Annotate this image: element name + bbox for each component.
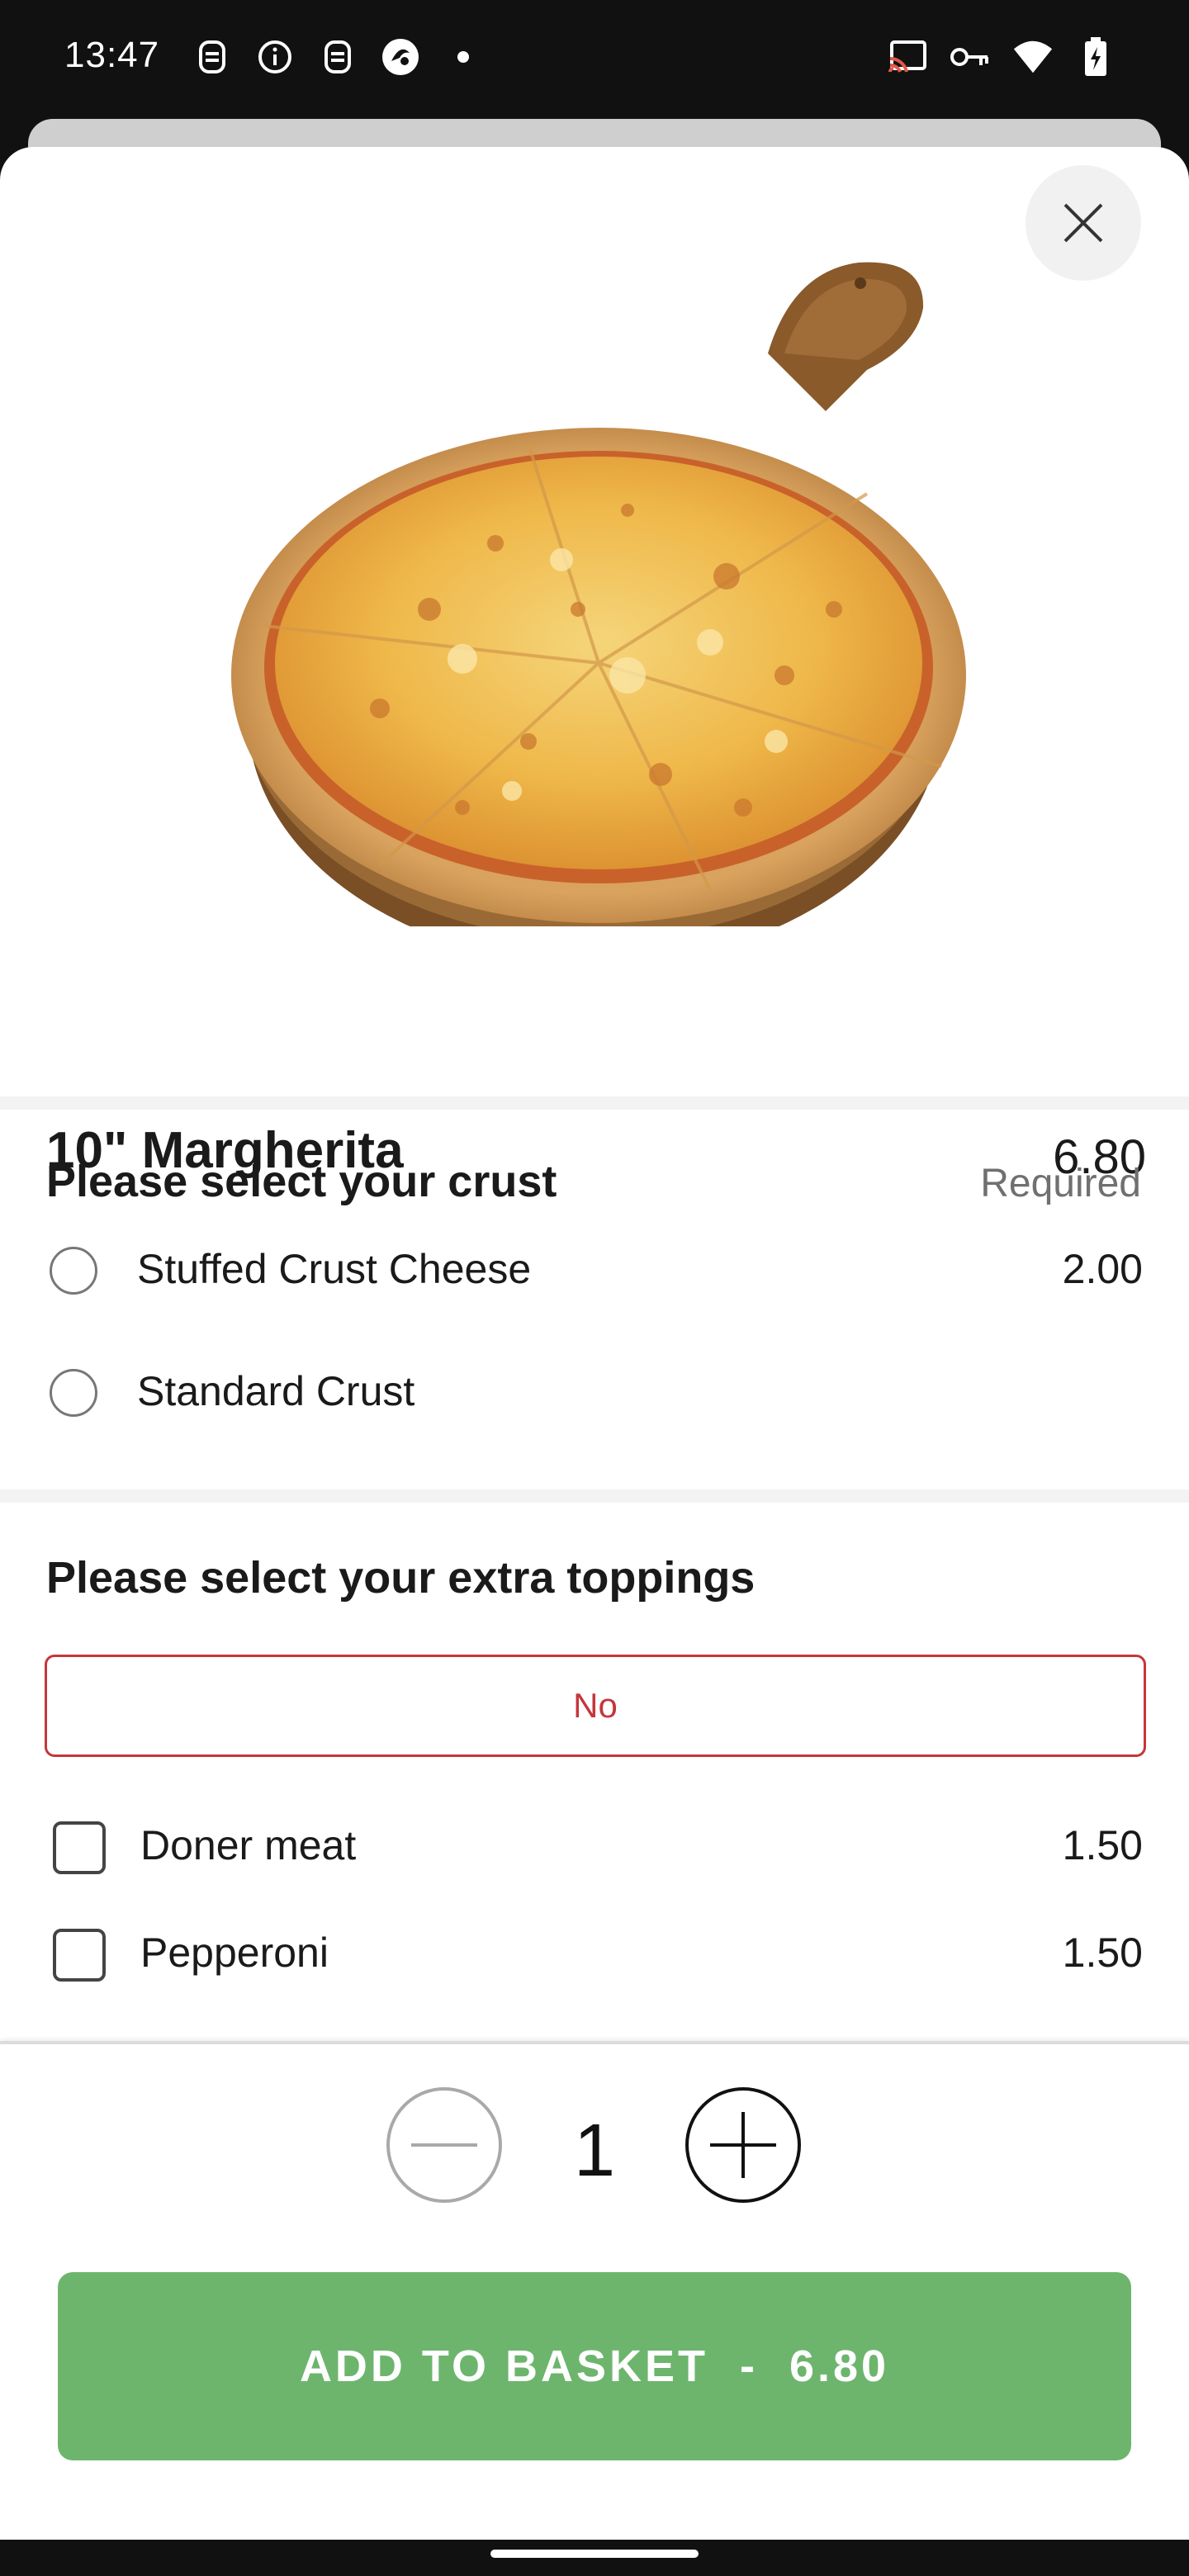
notification-icon [317, 36, 358, 78]
vpn-key-icon [950, 36, 991, 78]
navigation-bar [0, 2540, 1189, 2576]
option-price: 1.50 [1062, 1930, 1143, 1976]
wifi-icon [1012, 36, 1054, 78]
increase-quantity-button[interactable] [685, 2087, 801, 2203]
no-toppings-button[interactable]: No [45, 1655, 1146, 1757]
radio-button[interactable] [50, 1369, 97, 1417]
checkbox[interactable] [53, 1929, 106, 1982]
status-icons-right [887, 36, 1116, 78]
option-price: 2.00 [1062, 1246, 1143, 1292]
order-panel: 1 ADD TO BASKET - 6.80 [0, 2041, 1189, 2543]
decrease-quantity-button[interactable] [386, 2087, 502, 2203]
option-label: Doner meat [140, 1822, 357, 1868]
info-icon [254, 36, 296, 78]
option-label: Pepperoni [140, 1930, 329, 1976]
status-bar: 13:47 [0, 0, 1189, 119]
close-button[interactable] [1026, 165, 1141, 281]
add-to-basket-button[interactable]: ADD TO BASKET - 6.80 [58, 2272, 1131, 2460]
crust-option-standard[interactable]: Standard Crust [0, 1344, 1189, 1443]
notification-icon [192, 36, 233, 78]
dot-icon [443, 36, 484, 78]
app-icon [380, 36, 421, 78]
toppings-section-title: Please select your extra toppings [46, 1553, 756, 1603]
radio-button[interactable] [50, 1247, 97, 1295]
cast-icon [887, 36, 928, 78]
plus-icon [710, 2112, 776, 2178]
quantity-value: 1 [573, 2110, 616, 2192]
section-divider [0, 1489, 1189, 1503]
home-gesture-handle[interactable] [490, 2550, 699, 2558]
battery-charging-icon [1075, 36, 1116, 78]
checkbox[interactable] [53, 1821, 106, 1874]
crust-section-title: Please select your crust [46, 1157, 557, 1206]
minus-icon [411, 2143, 477, 2147]
status-time: 13:47 [64, 35, 160, 75]
close-icon [1063, 203, 1103, 243]
option-label: Stuffed Crust Cheese [137, 1246, 532, 1292]
status-icons-left [192, 36, 484, 78]
margherita-pizza-image [0, 147, 1189, 964]
section-divider [0, 1096, 1189, 1110]
option-label: Standard Crust [137, 1368, 415, 1414]
option-price: 1.50 [1062, 1822, 1143, 1868]
crust-option-stuffed[interactable]: Stuffed Crust Cheese 2.00 [0, 1222, 1189, 1321]
required-label: Required [980, 1162, 1141, 1205]
topping-option-doner-meat[interactable]: Doner meat 1.50 [0, 1798, 1189, 1897]
topping-option-pepperoni[interactable]: Pepperoni 1.50 [0, 1906, 1189, 2005]
product-header: 10" Margherita 6.80 [0, 926, 1189, 1184]
